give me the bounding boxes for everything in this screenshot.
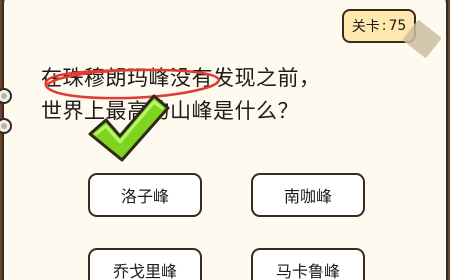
- binder-ring-icon: [0, 118, 12, 134]
- answer-option-1[interactable]: 洛子峰: [88, 173, 202, 221]
- answer-option-2[interactable]: 南咖峰: [251, 173, 365, 221]
- level-separator: :: [381, 18, 387, 34]
- answer-option-label: 洛子峰: [120, 187, 169, 206]
- answer-option-3[interactable]: 乔戈里峰: [88, 248, 202, 280]
- game-screen: 关卡:75 在珠穆朗玛峰没有发现之前， 世界上最高的山峰是什么？ 洛子峰 南咖峰…: [0, 0, 450, 280]
- question-text: 在珠穆朗玛峰没有发现之前， 世界上最高的山峰是什么？: [41, 62, 371, 128]
- answer-option-4[interactable]: 马卡鲁峰: [251, 248, 365, 280]
- binder-ring-icon: [0, 88, 12, 104]
- answer-option-label: 南咖峰: [283, 187, 332, 206]
- answer-option-label: 乔戈里峰: [112, 262, 177, 280]
- question-line-2: 世界上最高的山峰是什么？: [41, 99, 299, 123]
- level-label: 关卡: [351, 19, 380, 35]
- answer-option-label: 马卡鲁峰: [275, 262, 340, 280]
- level-number: 75: [388, 18, 407, 34]
- question-line-1: 在珠穆朗玛峰没有发现之前，: [41, 66, 321, 90]
